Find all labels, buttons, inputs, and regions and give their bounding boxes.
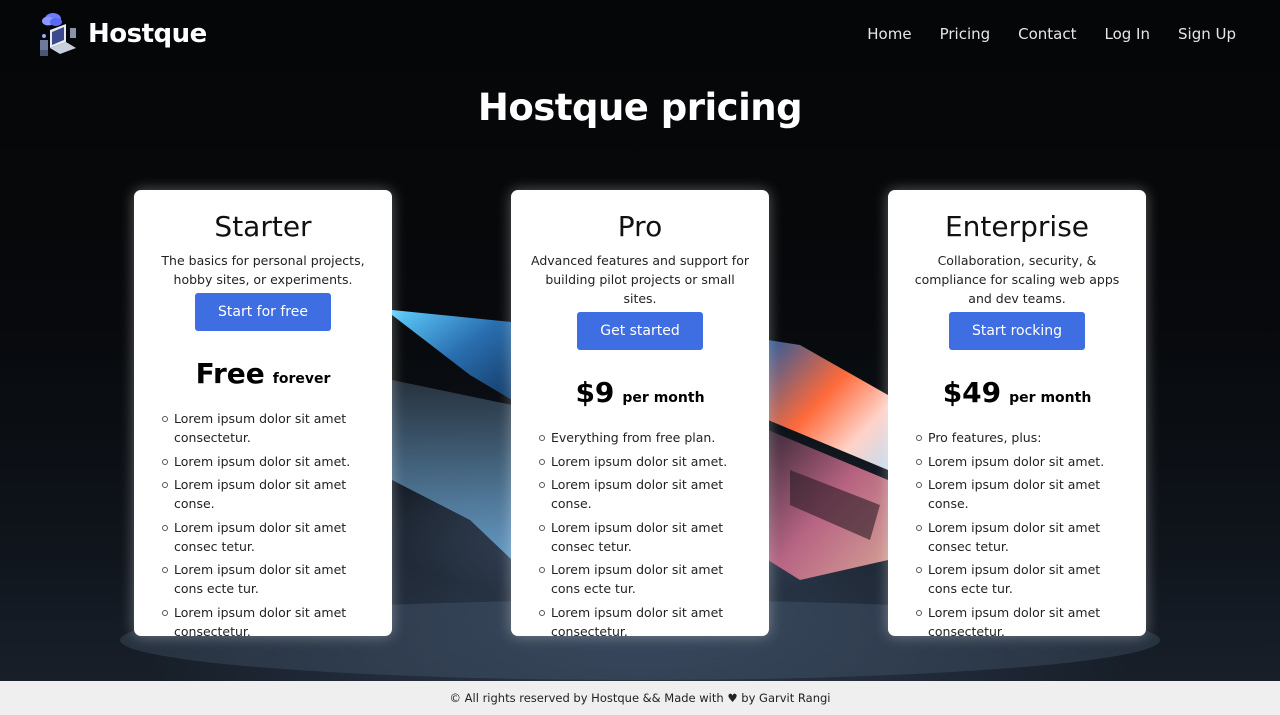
feature-item: Lorem ipsum dolor sit amet consec tetur. xyxy=(160,518,378,556)
price-row: Free forever xyxy=(148,357,378,397)
price-period: per month xyxy=(1009,390,1092,406)
feature-item: Lorem ipsum dolor sit amet conse. xyxy=(160,475,378,513)
get-started-button[interactable]: Get started xyxy=(577,312,703,350)
pricing-card-enterprise: Enterprise Collaboration, security, & co… xyxy=(888,190,1146,639)
nav-link-pricing[interactable]: Pricing xyxy=(940,25,991,43)
feature-item: Lorem ipsum dolor sit amet conse. xyxy=(537,475,755,513)
pricing-cards: Starter The basics for personal projects… xyxy=(134,190,1146,639)
feature-item: Lorem ipsum dolor sit amet cons ecte tur… xyxy=(160,560,378,598)
feature-item: Lorem ipsum dolor sit amet conse. xyxy=(914,475,1132,513)
feature-item: Lorem ipsum dolor sit amet consectetur. xyxy=(537,603,755,641)
price-row: $49 per month xyxy=(902,376,1132,416)
footer: © All rights reserved by Hostque && Made… xyxy=(0,681,1280,715)
feature-item: Lorem ipsum dolor sit amet consec tetur. xyxy=(914,518,1132,556)
price-period: forever xyxy=(272,371,331,387)
feature-item: Lorem ipsum dolor sit amet consectetur. xyxy=(160,603,378,641)
feature-item: Lorem ipsum dolor sit amet cons ecte tur… xyxy=(537,560,755,598)
brand[interactable]: Hostque xyxy=(36,10,207,58)
feature-item: Lorem ipsum dolor sit amet consectetur. xyxy=(160,409,378,447)
feature-item: Everything from free plan. xyxy=(537,428,755,447)
feature-list: Lorem ipsum dolor sit amet consectetur. … xyxy=(148,409,378,641)
pricing-card-pro: Pro Advanced features and support for bu… xyxy=(511,190,769,639)
start-for-free-button[interactable]: Start for free xyxy=(195,293,331,331)
navbar: Hostque Home Pricing Contact Log In Sign… xyxy=(0,0,1280,68)
price-row: $9 per month xyxy=(525,376,755,416)
page: Hostque Home Pricing Contact Log In Sign… xyxy=(0,0,1280,715)
feature-item: Lorem ipsum dolor sit amet. xyxy=(160,452,378,471)
nav-link-log-in[interactable]: Log In xyxy=(1105,25,1151,43)
plan-description: The basics for personal projects, hobby … xyxy=(161,253,365,287)
feature-item: Lorem ipsum dolor sit amet. xyxy=(914,452,1132,471)
plan-name: Starter xyxy=(214,210,312,243)
feature-item: Lorem ipsum dolor sit amet cons ecte tur… xyxy=(914,560,1132,598)
nav-links: Home Pricing Contact Log In Sign Up xyxy=(867,25,1236,43)
plan-name: Enterprise xyxy=(944,210,1090,243)
nav-link-contact[interactable]: Contact xyxy=(1018,25,1076,43)
page-title: Hostque pricing xyxy=(477,86,803,129)
nav-link-home[interactable]: Home xyxy=(867,25,911,43)
price-amount: Free xyxy=(195,357,265,390)
plan-name: Pro xyxy=(617,210,663,243)
feature-item: Lorem ipsum dolor sit amet. xyxy=(537,452,755,471)
feature-item: Lorem ipsum dolor sit amet consec tetur. xyxy=(537,518,755,556)
feature-list: Pro features, plus: Lorem ipsum dolor si… xyxy=(902,428,1132,641)
price-amount: $9 xyxy=(575,376,615,409)
feature-item: Pro features, plus: xyxy=(914,428,1132,447)
server-cloud-logo-icon xyxy=(40,13,76,56)
nav-link-sign-up[interactable]: Sign Up xyxy=(1178,25,1236,43)
price-amount: $49 xyxy=(942,376,1002,409)
brand-name: Hostque xyxy=(88,19,207,49)
price-period: per month xyxy=(622,390,705,406)
feature-item: Lorem ipsum dolor sit amet consectetur. xyxy=(914,603,1132,641)
pricing-card-starter: Starter The basics for personal projects… xyxy=(134,190,392,639)
feature-list: Everything from free plan. Lorem ipsum d… xyxy=(525,428,755,641)
start-rocking-button[interactable]: Start rocking xyxy=(948,312,1086,350)
plan-description: Advanced features and support for buildi… xyxy=(531,253,749,306)
plan-description: Collaboration, security, & compliance fo… xyxy=(914,253,1120,306)
